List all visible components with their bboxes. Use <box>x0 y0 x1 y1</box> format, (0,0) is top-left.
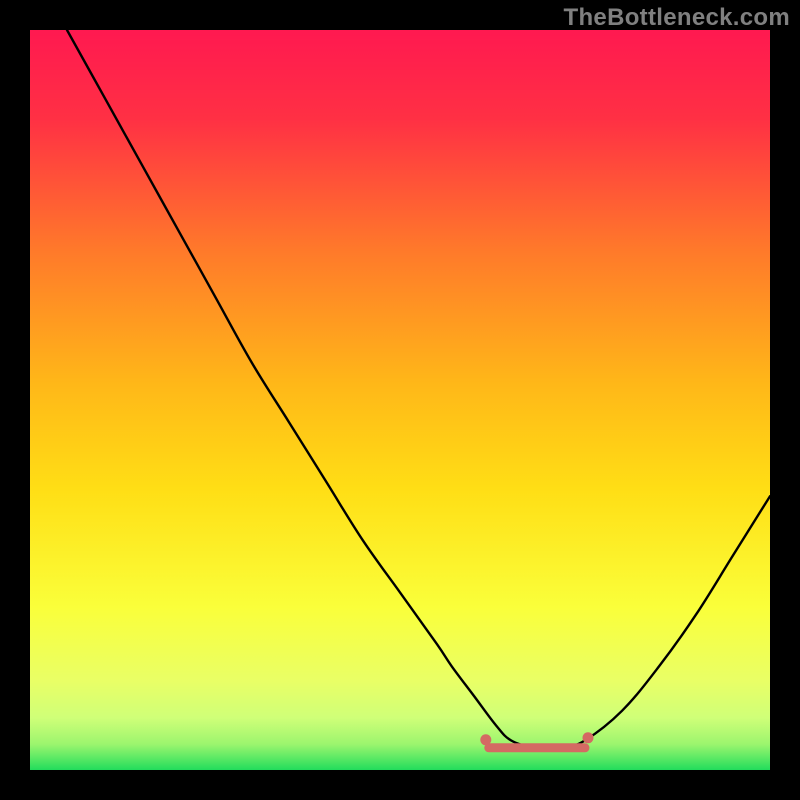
watermark-text: TheBottleneck.com <box>564 4 790 32</box>
optimal-range-end-dot <box>583 732 594 743</box>
plot-area <box>30 30 770 770</box>
chart-container: TheBottleneck.com <box>0 0 800 800</box>
bottleneck-curve-chart <box>30 30 770 770</box>
optimal-range-start-dot <box>480 734 491 745</box>
